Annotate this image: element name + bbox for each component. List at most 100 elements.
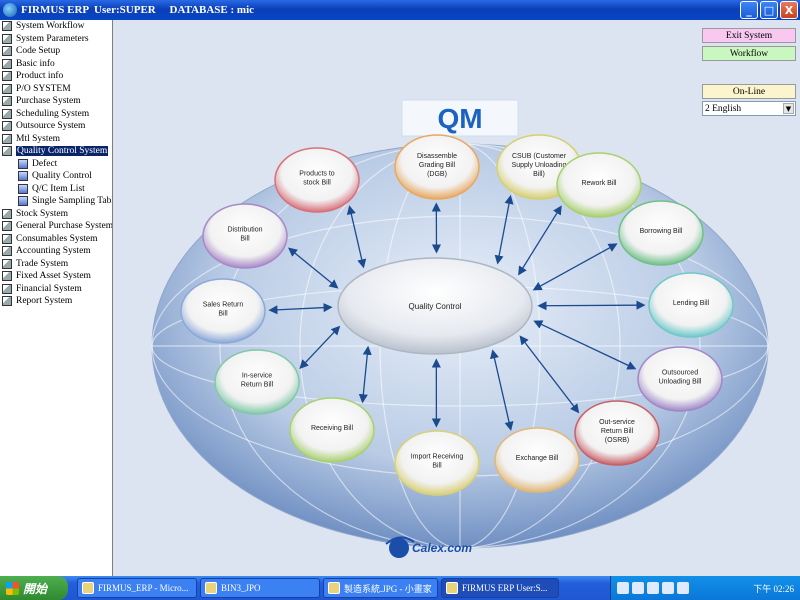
- book-icon: [2, 83, 12, 94]
- window-icon: [82, 582, 94, 594]
- tree-item-label: Scheduling System: [16, 108, 90, 119]
- diagram-node[interactable]: Borrowing Bill: [618, 200, 704, 266]
- tree-item-label: General Purchase System: [16, 221, 113, 232]
- taskbar-item[interactable]: FIRMUS ERP User:S...: [441, 578, 559, 598]
- tree-item-label: Stock System: [16, 208, 68, 219]
- clock: 下午 02:26: [753, 583, 794, 594]
- diagram-node-label: Borrowing Bill: [640, 228, 683, 235]
- taskbar-item-label: FIRMUS ERP User:S...: [462, 583, 548, 593]
- tree-item[interactable]: Report System: [0, 295, 112, 308]
- tree-item[interactable]: Code Setup: [0, 45, 112, 58]
- tree-item-label: Consumables System: [16, 233, 98, 244]
- book-icon: [2, 46, 12, 57]
- network-icon[interactable]: [662, 582, 674, 594]
- diagram-node[interactable]: Import Receiving Bill: [394, 430, 480, 496]
- module-tree: System Workflow System Parameters Code Set…: [0, 20, 113, 576]
- main-area: QM Quality Control Products to stock Bill…: [114, 20, 800, 576]
- close-button[interactable]: X: [780, 1, 798, 19]
- tree-item[interactable]: Financial System: [0, 283, 112, 296]
- connector-arrow: [537, 300, 646, 311]
- form-icon: [18, 171, 28, 182]
- diagram-node[interactable]: Exchange Bill: [494, 427, 580, 493]
- diagram-node-label: Lending Bill: [673, 300, 710, 307]
- tree-subitem[interactable]: Single Sampling Tabl: [0, 195, 112, 208]
- keyboard-icon[interactable]: [617, 582, 629, 594]
- tree-item[interactable]: System Workflow: [0, 20, 112, 33]
- book-icon: [2, 258, 12, 269]
- title-bar: FIRMUS ERP User:SUPER DATABASE : mic _ □…: [0, 0, 800, 20]
- diagram-node[interactable]: Distribution Bill: [202, 203, 288, 269]
- tree-item[interactable]: Fixed Asset System: [0, 270, 112, 283]
- book-icon: [2, 33, 12, 44]
- window-title: FIRMUS ERP User:SUPER DATABASE : mic: [21, 4, 255, 16]
- tree-item-label: Outsource System: [16, 121, 86, 132]
- diagram-node[interactable]: Rework Bill: [556, 152, 642, 218]
- language-value: 2 English: [705, 103, 742, 114]
- tree-item[interactable]: Trade System: [0, 258, 112, 271]
- minimize-button[interactable]: _: [740, 1, 758, 19]
- maximize-button[interactable]: □: [760, 1, 778, 19]
- volume-icon[interactable]: [647, 582, 659, 594]
- tree-item[interactable]: System Parameters: [0, 33, 112, 46]
- tree-subitem[interactable]: Quality Control: [0, 170, 112, 183]
- diagram-node[interactable]: Disassemble Grading Bill (DGB): [394, 134, 480, 200]
- tree-item[interactable]: Consumables System: [0, 233, 112, 246]
- system-tray: 下午 02:26: [610, 576, 800, 600]
- qm-diagram: QM Quality Control Products to stock Bill…: [151, 99, 769, 558]
- tree-item-label: P/O SYSTEM: [16, 83, 71, 94]
- tree-item-label: Product info: [16, 71, 64, 82]
- exit-system-button[interactable]: Exit System: [702, 28, 796, 43]
- taskbar-item-label: FIRMUS_ERP - Micro...: [98, 583, 189, 593]
- taskbar: 開始 FIRMUS_ERP - Micro... BIN3_JPO 製造系統.JPG…: [0, 576, 800, 600]
- book-icon: [2, 246, 12, 257]
- tree-item-label: Code Setup: [16, 46, 61, 57]
- security-icon[interactable]: [677, 582, 689, 594]
- tree-item[interactable]: Purchase System: [0, 95, 112, 108]
- book-icon: [2, 146, 12, 157]
- diagram-node[interactable]: Receiving Bill: [289, 397, 375, 463]
- diagram-node-label: Receiving Bill: [311, 425, 353, 432]
- tree-item[interactable]: General Purchase System: [0, 220, 112, 233]
- form-icon: [18, 196, 28, 207]
- tree-item-label: Report System: [16, 296, 73, 307]
- diagram-node[interactable]: Products to stock Bill: [274, 147, 360, 213]
- tree-item-label: Single Sampling Tabl: [32, 196, 113, 207]
- help-icon[interactable]: [632, 582, 644, 594]
- tree-item[interactable]: Basic info: [0, 58, 112, 71]
- workflow-button[interactable]: Workflow: [702, 46, 796, 61]
- online-status: On-Line: [702, 84, 796, 99]
- calex-logo-text: Calex.com: [412, 541, 472, 555]
- tree-item[interactable]: Stock System: [0, 208, 112, 221]
- tree-subitem[interactable]: Defect: [0, 158, 112, 171]
- tree-item[interactable]: Accounting System: [0, 245, 112, 258]
- diagram-node[interactable]: Out-service Return Bill (OSRB): [574, 400, 660, 466]
- tree-item-label: Financial System: [16, 283, 82, 294]
- book-icon: [2, 208, 12, 219]
- tree-subitem[interactable]: Q/C Item List: [0, 183, 112, 196]
- tree-item[interactable]: Mtl System: [0, 133, 112, 146]
- start-button[interactable]: 開始: [0, 576, 68, 600]
- chevron-down-icon[interactable]: ▼: [783, 103, 794, 114]
- language-select[interactable]: 2 English ▼: [702, 101, 796, 116]
- diagram-node[interactable]: Outsourced Unloading Bill: [637, 346, 723, 412]
- book-icon: [2, 96, 12, 107]
- tree-item[interactable]: P/O SYSTEM: [0, 83, 112, 96]
- taskbar-item-label: 製造系統.JPG - 小畫家: [344, 583, 432, 594]
- taskbar-item[interactable]: FIRMUS_ERP - Micro...: [77, 578, 197, 598]
- taskbar-item-label: BIN3_JPO: [221, 583, 261, 593]
- tree-item-label: Quality Control System: [16, 146, 109, 157]
- tree-item[interactable]: Outsource System: [0, 120, 112, 133]
- tree-item-label: System Workflow: [16, 21, 85, 32]
- taskbar-item[interactable]: 製造系統.JPG - 小畫家: [323, 578, 438, 598]
- diagram-node[interactable]: In-service Return Bill: [214, 349, 300, 415]
- tree-item-label: Accounting System: [16, 246, 91, 257]
- tree-item[interactable]: Scheduling System: [0, 108, 112, 121]
- diagram-node[interactable]: Sales Return Bill: [180, 278, 266, 344]
- tree-item[interactable]: Quality Control System: [0, 145, 112, 158]
- diagram-node[interactable]: Lending Bill: [648, 272, 734, 338]
- tree-item[interactable]: Product info: [0, 70, 112, 83]
- taskbar-item[interactable]: BIN3_JPO: [200, 578, 320, 598]
- book-icon: [2, 108, 12, 119]
- form-icon: [18, 158, 28, 169]
- tree-item-label: Defect: [32, 158, 58, 169]
